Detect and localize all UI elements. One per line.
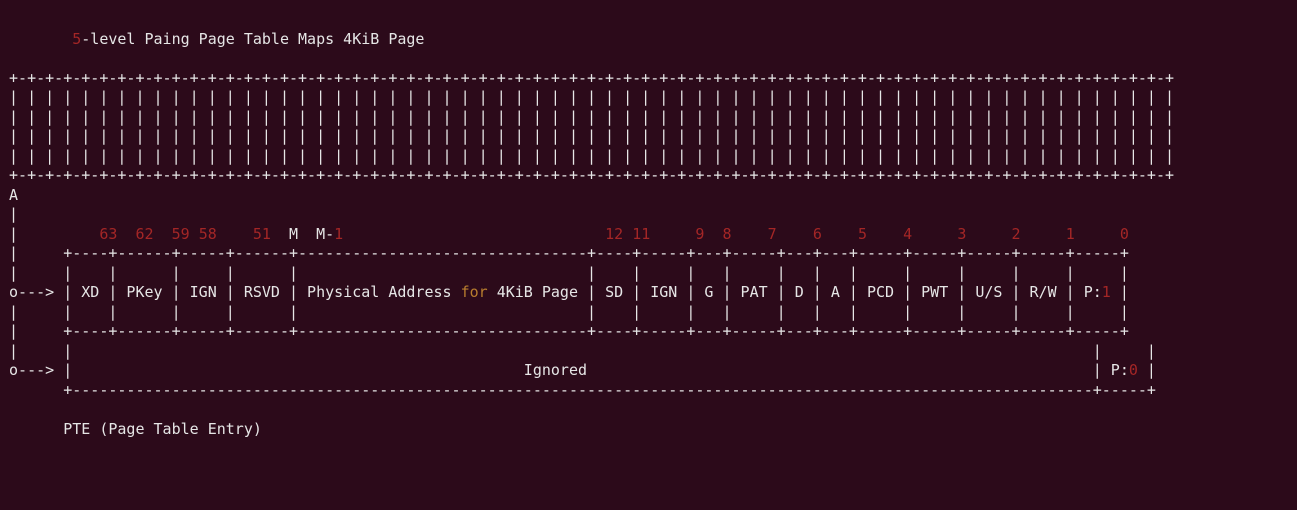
- terminal-output: 5-level Paing Page Table Maps 4KiB Page …: [0, 0, 1297, 439]
- grid-row: | | | | | | | | | | | | | | | | | | | | …: [0, 127, 1174, 145]
- footer-label: PTE (Page Table Entry): [0, 420, 262, 438]
- title-text: -level Paing Page Table Maps 4KiB Page: [81, 30, 424, 48]
- frame-bot: | +----+------+-----+------+------------…: [0, 322, 1129, 340]
- frame-top: | +----+------+-----+------+------------…: [0, 244, 1129, 262]
- anchor-A: A: [0, 186, 18, 204]
- frame-mid: | | | | | | | | | | | | | | | | | |: [0, 303, 1129, 321]
- gap-row: | | | |: [0, 342, 1156, 360]
- grid-top: +-+-+-+-+-+-+-+-+-+-+-+-+-+-+-+-+-+-+-+-…: [0, 69, 1174, 87]
- grid-row: | | | | | | | | | | | | | | | | | | | | …: [0, 88, 1174, 106]
- last-rule: +---------------------------------------…: [0, 381, 1156, 399]
- grid-row: | | | | | | | | | | | | | | | | | | | | …: [0, 147, 1174, 165]
- anchor-pipe: |: [0, 205, 18, 223]
- grid-row: | | | | | | | | | | | | | | | | | | | | …: [0, 108, 1174, 126]
- title-line: 5-level Paing Page Table Maps 4KiB Page: [0, 30, 424, 48]
- grid-bot: +-+-+-+-+-+-+-+-+-+-+-+-+-+-+-+-+-+-+-+-…: [0, 166, 1174, 184]
- pte-present-row: o---> | XD | PKey | IGN | RSVD | Physica…: [0, 283, 1129, 301]
- pte-absent-row: o---> | Ignored | P:0 |: [0, 361, 1156, 379]
- title-leading-number: 5: [72, 30, 81, 48]
- bit-index-row: | 63 62 59 58 51 M M-1 12 11 9 8 7 6 5 4…: [0, 225, 1129, 243]
- frame-mid: | | | | | | | | | | | | | | | | | |: [0, 264, 1129, 282]
